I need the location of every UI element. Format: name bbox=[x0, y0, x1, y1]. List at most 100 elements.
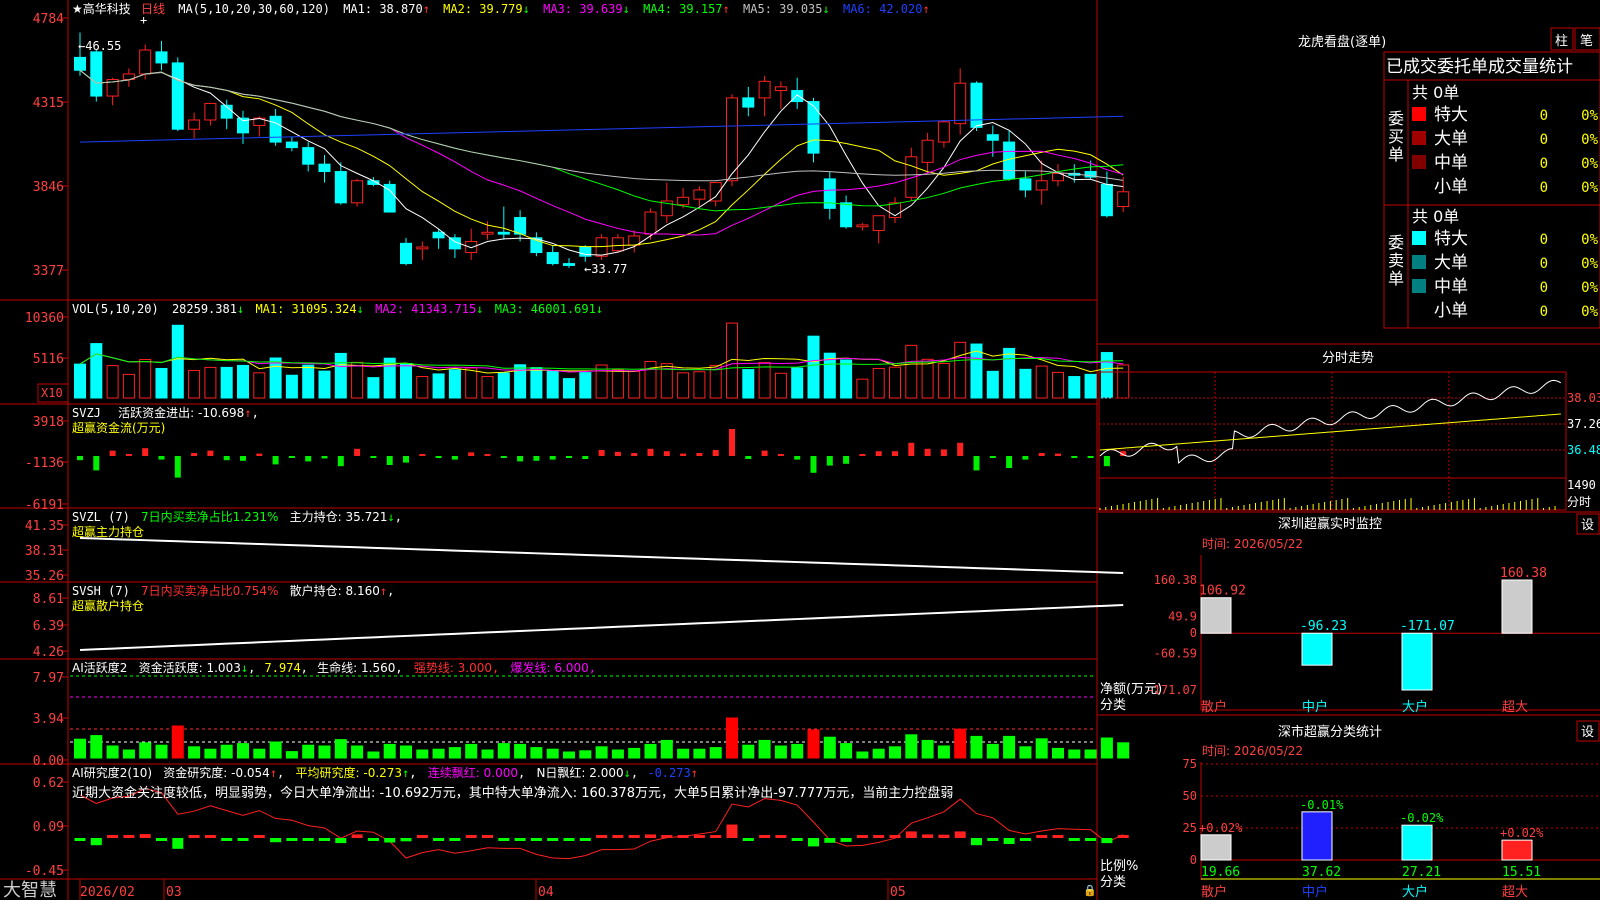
research-bar bbox=[791, 838, 803, 841]
volume-panel[interactable]: 10360 5116 X10 VOL(5,10,20) 28259.381↓ MA… bbox=[25, 302, 1130, 403]
activity-bar bbox=[432, 748, 445, 759]
activity-bar bbox=[465, 743, 478, 759]
activity-bar bbox=[546, 748, 559, 759]
research-bar bbox=[922, 834, 934, 838]
ma3-value: MA3: 39.639 bbox=[543, 2, 622, 16]
volume-bar bbox=[204, 366, 217, 399]
average-line bbox=[1099, 413, 1561, 451]
svzl-panel[interactable]: 41.35 38.31 35.26 SVZL (7) 7日内买卖净占比1.231% … bbox=[25, 509, 1124, 584]
research-bar bbox=[465, 835, 477, 838]
fund-flow-bar bbox=[598, 450, 605, 456]
svzj-panel[interactable]: 3918 -1136 -6191 SVZJ 活跃资金进出: -10.698↑, 超赢… bbox=[25, 405, 1127, 513]
research-bar bbox=[661, 835, 673, 838]
candle-body bbox=[171, 62, 184, 130]
classify-panel[interactable]: 深市超赢分类统计 设 时间: 2026/05/22 75 50 25 0 +0.02% 1… bbox=[1100, 720, 1600, 900]
classify-value-label: 19.66 bbox=[1201, 865, 1240, 880]
candle-body bbox=[921, 139, 934, 163]
y-tick-label: -0.45 bbox=[25, 864, 64, 879]
volume-bar bbox=[1100, 352, 1113, 399]
monitor-y-tick: 0 bbox=[1190, 626, 1197, 640]
fund-flow-bar bbox=[794, 456, 801, 460]
fund-flow-bar bbox=[680, 453, 687, 456]
fund-flow-bar bbox=[908, 442, 915, 456]
fund-flow-bar bbox=[419, 454, 426, 456]
fund-flow-bar bbox=[566, 456, 572, 458]
ai-active-bars bbox=[74, 717, 1130, 759]
indicator-line bbox=[79, 604, 1124, 651]
activity-bar bbox=[1117, 742, 1130, 759]
research-bar bbox=[156, 838, 167, 841]
candle-body bbox=[318, 163, 331, 173]
research-bar bbox=[987, 838, 999, 841]
row-name: 特大 bbox=[1434, 229, 1468, 249]
volume-bar bbox=[579, 372, 592, 399]
fund-flow-bar bbox=[337, 456, 344, 467]
activity-bar bbox=[220, 744, 233, 759]
volume-bar bbox=[220, 366, 233, 399]
monitor-bar-label: -96.23 bbox=[1300, 619, 1347, 634]
classify-value-label: 15.51 bbox=[1502, 865, 1541, 880]
activity-bar bbox=[628, 747, 641, 759]
ai-research-panel[interactable]: 0.62 0.09 -0.45 AI研究度2(10) 资金研究度: -0.054↑,… bbox=[25, 765, 1129, 879]
ma-line bbox=[79, 69, 1124, 256]
sell-total: 共 0单 bbox=[1412, 207, 1459, 226]
fund-flow-bar bbox=[647, 448, 654, 456]
fund-flow-bar bbox=[158, 456, 165, 460]
row-volume: 0 bbox=[1540, 180, 1548, 196]
activity-bar bbox=[823, 736, 836, 759]
monitor-y-tick: 160.38 bbox=[1154, 573, 1197, 587]
intraday-panel[interactable]: 分时走势 38.03 37.26 36.48 1490 分时 bbox=[1098, 350, 1600, 511]
monitor-bar-label: -171.07 bbox=[1400, 619, 1455, 634]
svsh-panel[interactable]: 8.61 6.39 4.26 SVSH (7) 7日内买卖净占比0.754% 散户持… bbox=[33, 583, 1124, 660]
ai-active-panel[interactable]: 7.97 3.94 0.00 AI活跃度2 资金活跃度: 1.003↓, 7.974… bbox=[33, 660, 1130, 769]
candle-body bbox=[611, 237, 624, 252]
volume-bar bbox=[628, 370, 641, 399]
crosshair-plus-icon: + bbox=[140, 13, 147, 27]
fund-flow-bar bbox=[729, 429, 735, 456]
svsh-header: SVSH (7) 7日内买卖净占比0.754% 散户持仓: 8.160↑, bbox=[72, 583, 394, 598]
candle-body bbox=[726, 97, 738, 182]
classify-bar bbox=[1301, 811, 1333, 861]
intraday-lines bbox=[1099, 379, 1562, 510]
row-volume: 0 bbox=[1540, 132, 1548, 148]
candle-body bbox=[872, 215, 885, 231]
classify-change-label: -0.01% bbox=[1300, 798, 1344, 812]
kline-panel[interactable]: 4784 4315 3846 3377 ←46.55 ←33.77 ★高华科技 日线 … bbox=[33, 1, 1130, 279]
research-bar bbox=[954, 831, 966, 838]
volume-bar bbox=[693, 371, 706, 399]
y-tick-label: 35.26 bbox=[25, 569, 64, 584]
realtime-monitor-panel[interactable]: 深圳超赢实时监控 设 时间: 2026/05/22 160.38 49.9 0 -60… bbox=[1100, 513, 1600, 715]
fund-flow-bar bbox=[191, 453, 198, 456]
research-bar bbox=[547, 838, 559, 841]
research-bar bbox=[1117, 835, 1129, 838]
monitor-bar-label: 160.38 bbox=[1500, 566, 1547, 581]
fund-flow-bar bbox=[892, 451, 898, 456]
candle-body bbox=[791, 90, 804, 103]
fund-flow-bar bbox=[940, 449, 947, 456]
fund-flow-bar bbox=[272, 456, 279, 465]
fund-flow-bar bbox=[403, 456, 409, 463]
x-label-0: 2026/02 bbox=[80, 885, 135, 900]
candle-body bbox=[481, 231, 494, 235]
research-bar bbox=[302, 838, 314, 841]
dragon-tiger-panel[interactable]: 龙虎看盘(逐单) 柱 笔 已成交委托单成交量统计 委买单 委卖单 共 0单 共 … bbox=[1298, 27, 1600, 329]
y-tick-label: 4315 bbox=[33, 96, 64, 111]
activity-bar bbox=[416, 749, 429, 759]
x-label-1: 03 bbox=[166, 885, 182, 900]
research-bar bbox=[530, 838, 542, 841]
activity-bar bbox=[74, 738, 86, 759]
monitor-bar bbox=[1401, 632, 1433, 691]
candle-body bbox=[400, 242, 412, 265]
monitor-y-tick: -60.59 bbox=[1154, 646, 1197, 660]
classify-bar bbox=[1501, 839, 1533, 861]
fund-flow-bar bbox=[321, 456, 328, 459]
volume-bar bbox=[302, 364, 315, 399]
volume-bar bbox=[726, 322, 738, 399]
volume-bar bbox=[889, 366, 901, 399]
research-bar bbox=[416, 835, 428, 838]
candle-body bbox=[497, 231, 510, 235]
research-bar bbox=[971, 838, 982, 846]
activity-bar bbox=[448, 747, 461, 759]
row-percent: 0% bbox=[1581, 108, 1598, 124]
volume-bar bbox=[481, 376, 494, 399]
